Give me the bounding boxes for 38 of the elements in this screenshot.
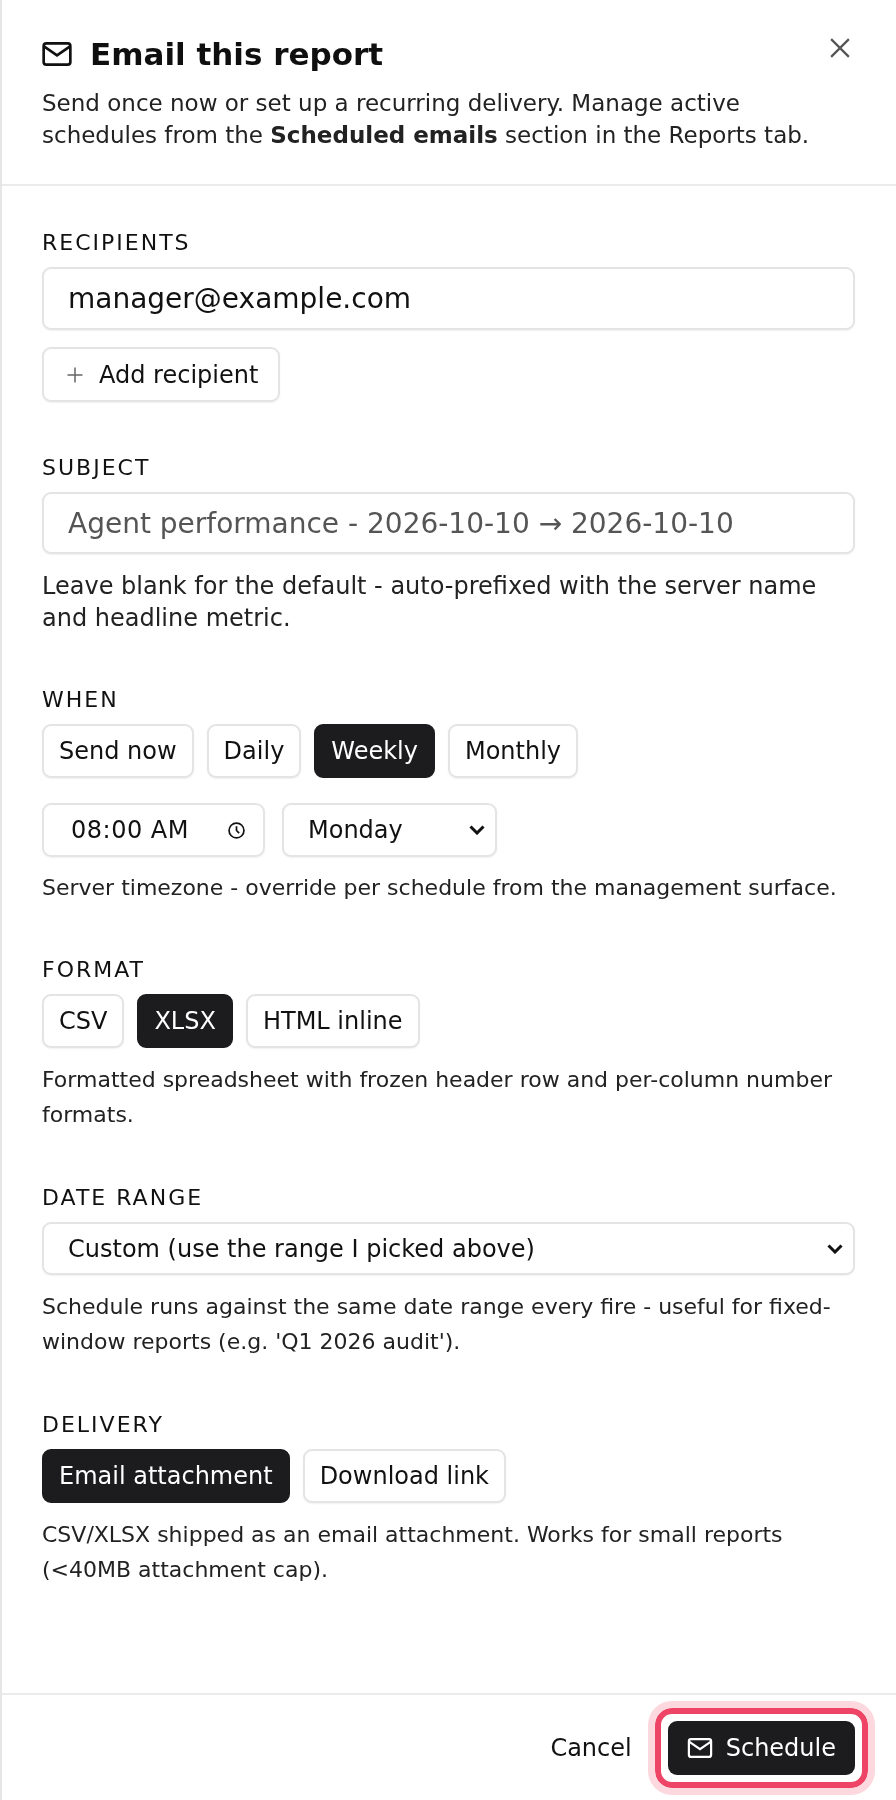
section-label: DATE RANGE xyxy=(42,1186,205,1210)
day-select[interactable]: Monday xyxy=(282,803,497,857)
option-button[interactable]: Daily xyxy=(206,724,302,778)
section-label: SUBJECT xyxy=(42,456,152,480)
option-button[interactable]: CSV xyxy=(42,994,125,1048)
dialog-description: Send once now or set up a recurring delivery. Manage active schedules from the Scheduled emails section in the Reports tab. xyxy=(42,89,811,150)
chevron-down-icon xyxy=(469,825,485,835)
option-button[interactable]: HTML inline xyxy=(245,994,420,1048)
subject-input[interactable]: Agent performance - 2026-10-10 → 2026-10-10 xyxy=(42,492,855,554)
helper-text: Schedule runs against the same date range every fire - useful for fixed-window reports (e.g. 'Q1 2026 audit'). xyxy=(42,1293,832,1356)
option-button[interactable]: Email attachment xyxy=(42,1449,290,1503)
section-label: FORMAT xyxy=(42,958,147,982)
helper-text: Server timezone - override per schedule from the management surface. xyxy=(42,874,838,902)
plus-icon xyxy=(67,366,83,383)
section-label: WHEN xyxy=(42,688,120,712)
email-input[interactable]: manager@example.com xyxy=(42,267,855,330)
section-label: RECIPIENTS xyxy=(42,231,192,255)
section-label: DELIVERY xyxy=(42,1413,165,1437)
envelope-icon xyxy=(686,1737,713,1758)
schedule-button[interactable]: Schedule xyxy=(667,1720,855,1775)
close-icon xyxy=(830,38,850,58)
option-button[interactable]: Weekly xyxy=(314,724,435,778)
option-button[interactable]: XLSX xyxy=(137,994,233,1048)
helper-text: Leave blank for the default - auto-prefixed with the server name and headline metric. xyxy=(42,571,818,634)
helper-text: CSV/XLSX shipped as an email attachment. Works for small reports (<40MB attachment cap). xyxy=(42,1521,784,1584)
time-field[interactable]: 08:00 AM xyxy=(42,803,265,857)
clock-icon xyxy=(228,821,245,839)
date-range-select[interactable]: Custom (use the range I picked above) xyxy=(42,1222,855,1275)
close-button[interactable] xyxy=(830,38,850,58)
cancel-button[interactable]: Cancel xyxy=(550,1733,632,1762)
add-recipient-button[interactable]: Add recipient xyxy=(42,347,281,402)
envelope-icon xyxy=(42,42,72,66)
option-button[interactable]: Download link xyxy=(302,1449,506,1503)
chevron-down-icon xyxy=(827,1243,843,1254)
option-button[interactable]: Monthly xyxy=(447,724,579,778)
dialog-title: Email this report xyxy=(90,36,385,72)
option-button[interactable]: Send now xyxy=(42,724,194,778)
helper-text: Formatted spreadsheet with frozen header row and per-column number formats. xyxy=(42,1066,833,1129)
